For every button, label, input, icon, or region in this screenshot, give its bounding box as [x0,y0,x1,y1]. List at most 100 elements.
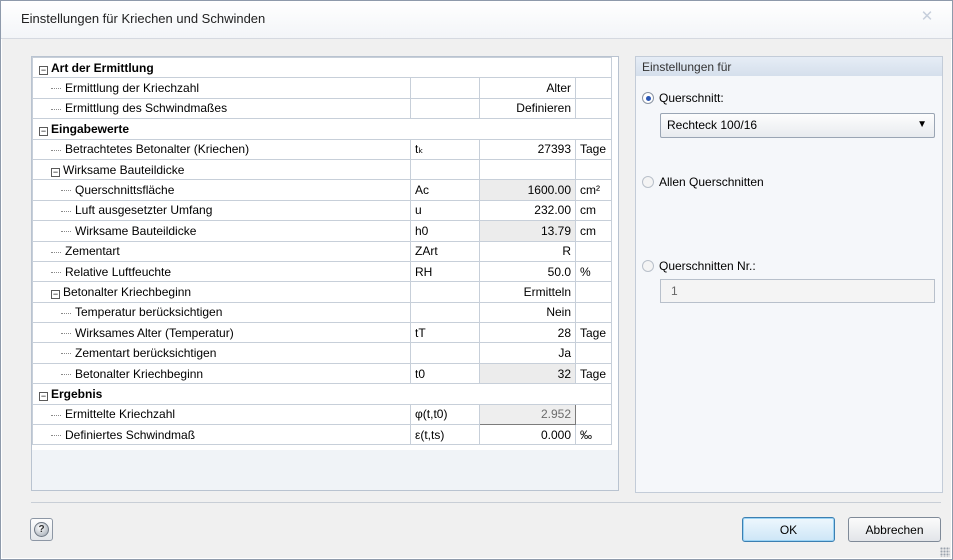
row-symbol [410,158,480,181]
row-value[interactable]: 232.00 [479,199,576,222]
row-label: Definiertes Schwindmaß [65,427,196,442]
table-row[interactable]: Temperatur berücksichtigen Nein [32,301,613,324]
radio-button-icon[interactable] [642,92,654,104]
row-label: Art der Ermittlung [51,60,154,75]
row-description: Betonalter Kriechbeginn [32,362,411,385]
close-icon[interactable]: ✕ [920,9,934,24]
collapse-icon[interactable]: − [51,167,60,177]
cross-section-select[interactable]: Rechteck 100/16 ▼ [660,113,935,138]
row-description: Definiertes Schwindmaß [32,424,411,446]
table-row[interactable]: Zementart ZArt R [32,240,613,262]
row-description: Relative Luftfeuchte [32,260,411,283]
row-description: Wirksames Alter (Temperatur) [32,322,411,344]
table-row[interactable]: − Wirksame Bauteildicke [32,158,613,181]
table-row[interactable]: Wirksames Alter (Temperatur) tT 28 Tage [32,322,613,344]
cross-section-numbers-input[interactable]: 1 [660,279,935,303]
row-label: Wirksame Bauteildicke [63,162,185,177]
radio-cross-section-numbers[interactable]: Querschnitten Nr.: [642,259,756,273]
row-unit: Tage [574,322,613,344]
table-row[interactable]: Wirksame Bauteildicke h0 13.79 cm [32,220,613,242]
resize-grip[interactable] [940,547,950,557]
table-row[interactable]: Betonalter Kriechbeginn t0 32 Tage [32,362,613,385]
collapse-icon[interactable]: − [39,65,48,75]
table-row[interactable]: Zementart berücksichtigen Ja [32,342,613,364]
row-unit [574,403,613,426]
table-row[interactable]: Betrachtetes Betonalter (Kriechen) tₖ 2739… [32,138,613,160]
radio-all-cross-sections[interactable]: Allen Querschnitten [642,175,764,189]
row-value[interactable]: 32 [479,362,576,385]
row-label: Wirksames Alter (Temperatur) [75,325,234,340]
row-label: Wirksame Bauteildicke [75,223,197,238]
row-unit: ‰ [574,424,613,446]
row-value[interactable]: Nein [479,301,576,324]
row-symbol: h0 [410,220,480,242]
row-value[interactable]: 2.952 [479,403,576,426]
row-description: Betrachtetes Betonalter (Kriechen) [32,138,411,160]
tree-connector [61,190,71,192]
row-value[interactable]: Alter [479,77,576,99]
title-bar: Einstellungen für Kriechen und Schwinden… [1,1,952,39]
collapse-icon[interactable]: − [51,289,60,299]
table-row[interactable]: − Eingabewerte [31,118,613,140]
table-row[interactable]: − Art der Ermittlung [31,56,613,79]
table-empty-area [32,450,618,490]
row-unit: % [574,260,613,283]
table-row[interactable]: − Ergebnis [31,383,613,405]
radio-button-icon[interactable] [642,260,654,272]
row-value[interactable]: 28 [479,322,576,344]
row-description: − Ergebnis [31,383,613,405]
radio-all-label: Allen Querschnitten [659,175,764,189]
tree-connector [61,333,71,335]
row-value[interactable]: Ermitteln [479,281,576,303]
table-row[interactable]: Ermittelte Kriechzahl φ(t,t0) 2.952 [32,403,613,426]
row-symbol [410,97,480,120]
row-value[interactable]: R [479,240,576,262]
row-value[interactable]: 50.0 [479,260,576,283]
row-value[interactable]: 1600.00 [479,179,576,201]
row-symbol: u [410,199,480,222]
table-row[interactable]: Ermittlung des Schwindmaßes Definieren [32,97,613,120]
radio-cross-section[interactable]: Querschnitt: [642,91,724,105]
row-label: Betonalter Kriechbeginn [63,284,192,299]
row-label: Ermittlung der Kriechzahl [65,81,200,96]
row-value[interactable]: 27393 [479,138,576,160]
row-label: Betrachtetes Betonalter (Kriechen) [65,142,250,157]
row-unit [574,301,613,324]
row-description: Wirksame Bauteildicke [32,220,411,242]
ok-button[interactable]: OK [742,517,835,542]
row-value[interactable]: 13.79 [479,220,576,242]
row-label: Betonalter Kriechbeginn [75,366,204,381]
row-symbol: RH [410,260,480,283]
tree-connector [61,373,71,375]
row-value[interactable]: Ja [479,342,576,364]
cancel-button[interactable]: Abbrechen [848,517,941,542]
row-unit [574,281,613,303]
row-value[interactable]: Definieren [479,97,576,120]
row-label: Temperatur berücksichtigen [75,305,223,320]
collapse-icon[interactable]: − [39,126,48,136]
radio-button-icon[interactable] [642,176,654,188]
row-value[interactable]: 0.000 [479,424,576,446]
radio-cross-section-label: Querschnitt: [659,91,724,105]
row-symbol: t0 [410,362,480,385]
table-row[interactable]: Ermittlung der Kriechzahl Alter [32,77,613,99]
row-label: Zementart berücksichtigen [75,346,217,361]
table-row[interactable]: Luft ausgesetzter Umfang u 232.00 cm [32,199,613,222]
help-button[interactable]: ? [30,518,53,541]
chevron-down-icon[interactable]: ▼ [917,119,927,130]
row-unit [574,158,613,181]
collapse-icon[interactable]: − [39,391,48,401]
table-row[interactable]: Relative Luftfeuchte RH 50.0% [32,260,613,283]
row-value[interactable] [479,158,576,181]
row-description: Ermittelte Kriechzahl [32,403,411,426]
row-unit: cm [574,220,613,242]
tree-connector [51,435,61,437]
row-symbol: ZArt [410,240,480,262]
table-row[interactable]: Definiertes Schwindmaß ε(t,ts) 0.000 ‰ [32,424,613,446]
row-description: Ermittlung der Kriechzahl [32,77,411,99]
table-row[interactable]: Querschnittsfläche Ac 1600.00 cm² [32,179,613,201]
settings-panel: Einstellungen für Querschnitt: Rechteck … [635,56,943,493]
row-description: Zementart [32,240,411,262]
row-unit [574,342,613,364]
table-row[interactable]: − Betonalter Kriechbeginn Ermitteln [32,281,613,303]
